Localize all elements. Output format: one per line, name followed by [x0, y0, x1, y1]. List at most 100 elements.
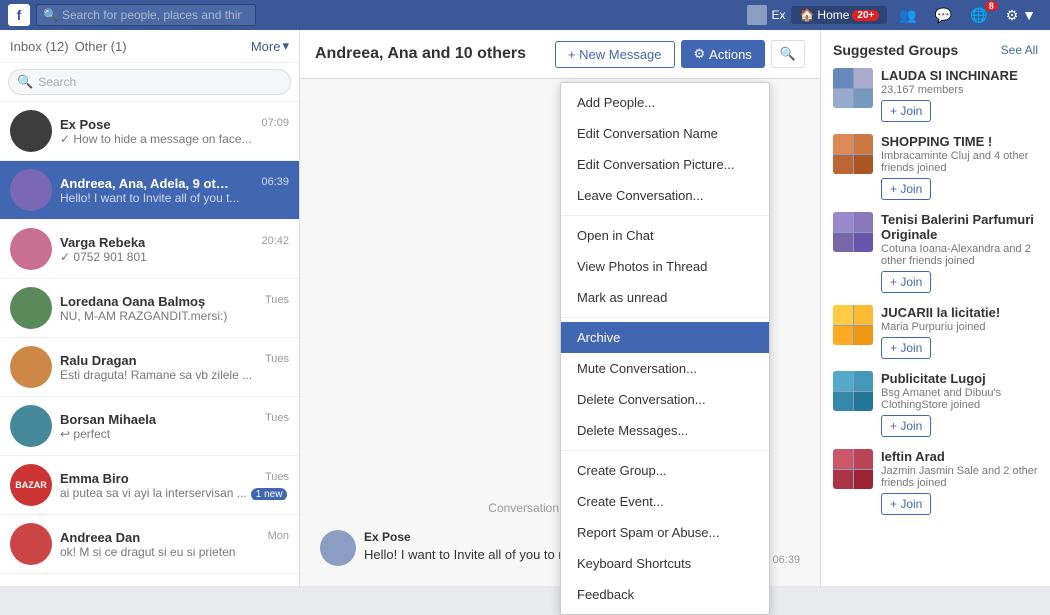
top-search-container: 🔍 — [36, 4, 256, 26]
group-item: LAUDA SI INCHINARE23,167 members + Join — [833, 68, 1038, 122]
see-all-link[interactable]: See All — [1001, 43, 1038, 57]
chat-search-button[interactable]: 🔍 — [771, 40, 805, 68]
message-sender-name: Emma Biro — [60, 471, 129, 486]
group-info: SHOPPING TIME !Imbracaminte Cluj and 4 o… — [881, 134, 1038, 200]
group-item: Publicitate LugojBsg Amanet and Dibuu's … — [833, 371, 1038, 437]
group-name: LAUDA SI INCHINARE — [881, 68, 1038, 83]
suggested-header: Suggested Groups See All — [833, 42, 1038, 58]
messages-icon-button[interactable]: 💬 — [929, 5, 958, 26]
message-list-item[interactable]: Loredana Oana BalmoșTuesNU, M-AM RAZGAND… — [0, 279, 299, 338]
message-list-item[interactable]: Varga Rebeka20:42✓ 0752 901 801 — [0, 220, 299, 279]
message-time: Tues — [265, 412, 289, 427]
group-item: Tenisi Balerini Parfumuri OriginaleCotun… — [833, 212, 1038, 293]
chat-title: Andreea, Ana and 10 others — [315, 45, 555, 63]
message-body: Emma BiroTuesai putea sa vi ayi la inter… — [60, 471, 289, 500]
actions-button[interactable]: ⚙ Actions — [681, 40, 765, 68]
join-button[interactable]: + Join — [881, 271, 931, 293]
top-search-input[interactable] — [62, 8, 242, 22]
dropdown-item[interactable]: Keyboard Shortcuts — [561, 548, 769, 579]
settings-icon-button[interactable]: ⚙ ▼ — [1000, 5, 1042, 26]
message-sender-name: Ralu Dragan — [60, 353, 137, 368]
join-button[interactable]: + Join — [881, 100, 931, 122]
group-avatar — [833, 134, 873, 174]
friends-icon-button[interactable]: 👥 — [893, 5, 922, 26]
group-avatar — [833, 371, 873, 411]
message-body: Ralu DraganTuesEsti draguta! Ramane sa v… — [60, 353, 289, 382]
dropdown-item[interactable]: Feedback — [561, 579, 769, 610]
message-avatar: BAZAR — [10, 464, 52, 506]
dropdown-item[interactable]: Add People... — [561, 87, 769, 118]
group-info: LAUDA SI INCHINARE23,167 members + Join — [881, 68, 1038, 122]
message-list-item[interactable]: Borsan MihaelaTues↩ perfect — [0, 397, 299, 456]
more-button[interactable]: More ▾ — [251, 38, 289, 54]
dropdown-section: Add People...Edit Conversation NameEdit … — [561, 83, 769, 216]
facebook-logo: f — [8, 4, 30, 26]
message-preview: ✓ How to hide a message on face... — [60, 132, 289, 146]
group-avatar — [833, 68, 873, 108]
message-avatar — [10, 405, 52, 447]
dropdown-item[interactable]: Open in Chat — [561, 220, 769, 251]
message-list-item[interactable]: Andreea DanMonok! M si ce dragut si eu s… — [0, 515, 299, 574]
home-button[interactable]: 🏠 Home 20+ — [791, 6, 887, 24]
join-button[interactable]: + Join — [881, 415, 931, 437]
inbox-label: Inbox — [10, 39, 42, 54]
message-preview: ✓ 0752 901 801 — [60, 250, 289, 264]
dropdown-section: ArchiveMute Conversation...Delete Conver… — [561, 318, 769, 451]
dropdown-item[interactable]: View Photos in Thread — [561, 251, 769, 282]
message-time: 20:42 — [261, 235, 289, 250]
dropdown-item[interactable]: Archive — [561, 322, 769, 353]
group-meta: Cotuna Ioana-Alexandra and 2 other frien… — [881, 243, 1038, 267]
join-button[interactable]: + Join — [881, 178, 931, 200]
top-nav: f 🔍 Ex 🏠 Home 20+ 👥 💬 🌐8 ⚙ ▼ — [0, 0, 1050, 30]
message-list-item[interactable]: Ex Pose07:09✓ How to hide a message on f… — [0, 102, 299, 161]
notifications-icon-button[interactable]: 🌐8 — [964, 5, 993, 26]
dropdown-item[interactable]: Report Spam or Abuse... — [561, 517, 769, 548]
dropdown-item[interactable]: Mark as unread — [561, 282, 769, 313]
dropdown-item[interactable]: Mute Conversation... — [561, 353, 769, 384]
dropdown-item[interactable]: Edit Conversation Name — [561, 118, 769, 149]
dropdown-item[interactable]: Create Group... — [561, 455, 769, 486]
search-icon: 🔍 — [780, 46, 796, 61]
group-item: SHOPPING TIME !Imbracaminte Cluj and 4 o… — [833, 134, 1038, 200]
search-icon: 🔍 — [43, 8, 58, 22]
dropdown-item[interactable]: Create Event... — [561, 486, 769, 517]
dropdown-item[interactable]: Leave Conversation... — [561, 180, 769, 211]
group-info: Publicitate LugojBsg Amanet and Dibuu's … — [881, 371, 1038, 437]
message-time: Tues — [265, 353, 289, 368]
dropdown-item[interactable]: Delete Messages... — [561, 415, 769, 446]
chevron-down-icon: ▾ — [282, 38, 289, 54]
search-input[interactable] — [38, 75, 258, 89]
group-avatar — [833, 212, 873, 252]
message-time: 06:39 — [261, 176, 289, 191]
group-meta: Imbracaminte Cluj and 4 other friends jo… — [881, 150, 1038, 174]
message-sender-name: Ex Pose — [60, 117, 111, 132]
chat-actions: + New Message ⚙ Actions 🔍 — [555, 40, 805, 68]
message-body: Loredana Oana BalmoșTuesNU, M-AM RAZGAND… — [60, 294, 289, 323]
home-badge: 20+ — [852, 10, 879, 21]
new-message-badge: 1 new — [251, 488, 288, 500]
message-list-item[interactable]: BAZAR Emma BiroTuesai putea sa vi ayi la … — [0, 456, 299, 515]
inbox-tab[interactable]: Inbox (12) — [10, 39, 69, 54]
message-list: Ex Pose07:09✓ How to hide a message on f… — [0, 102, 299, 586]
message-avatar — [10, 228, 52, 270]
message-avatar — [10, 346, 52, 388]
suggested-title: Suggested Groups — [833, 42, 958, 58]
join-button[interactable]: + Join — [881, 337, 931, 359]
dropdown-item[interactable]: Edit Conversation Picture... — [561, 149, 769, 180]
message-body: Ex Pose07:09✓ How to hide a message on f… — [60, 117, 289, 146]
message-list-item[interactable]: Andreea, Ana, Adela, 9 others06:39Hello!… — [0, 161, 299, 220]
message-avatar — [10, 523, 52, 565]
nav-user-info: Ex — [747, 5, 785, 25]
group-meta: 23,167 members — [881, 84, 1038, 96]
other-tab[interactable]: Other (1) — [75, 39, 127, 54]
message-list-item[interactable]: Ralu DraganTuesEsti draguta! Ramane sa v… — [0, 338, 299, 397]
dropdown-item[interactable]: Delete Conversation... — [561, 384, 769, 415]
group-meta: Maria Purpuriu joined — [881, 321, 1038, 333]
search-bar: 🔍 — [0, 63, 299, 102]
join-button[interactable]: + Join — [881, 493, 931, 515]
message-sender-name: Andreea, Ana, Adela, 9 others — [60, 176, 230, 191]
new-message-button[interactable]: + New Message — [555, 41, 675, 68]
center-panel: Andreea, Ana and 10 others + New Message… — [300, 30, 820, 586]
group-item: Ieftin AradJazmin Jasmin Sale and 2 othe… — [833, 449, 1038, 515]
chat-message-avatar — [320, 530, 356, 566]
